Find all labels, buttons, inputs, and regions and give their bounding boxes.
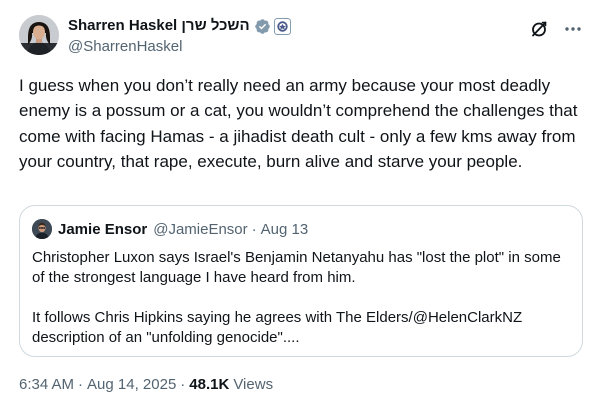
quoted-author-handle: @JamieEnsor (153, 220, 248, 238)
author-avatar[interactable] (19, 15, 59, 55)
top-actions (529, 19, 583, 39)
quoted-tweet[interactable]: Jamie Ensor @JamieEnsor · Aug 13 Christo… (19, 205, 583, 357)
views-count[interactable]: 48.1K (189, 375, 229, 395)
verified-badge-icon[interactable] (254, 18, 271, 35)
grok-icon[interactable] (529, 19, 549, 39)
quoted-author-name: Jamie Ensor (58, 220, 148, 238)
views-label: Views (233, 376, 274, 393)
author-info: Sharren Haskel השכל שרן @SharrenHaskel (68, 17, 291, 56)
quoted-paragraph-1: Christopher Luxon says Israel's Benjamin… (32, 249, 561, 286)
tweet-text: I guess when you don’t really need an ar… (19, 76, 578, 172)
quoted-paragraph-2: It follows Chris Hipkins saying he agree… (32, 309, 523, 346)
author-display-name[interactable]: Sharren Haskel השכל שרן (68, 17, 250, 35)
quoted-date: Aug 13 (260, 220, 309, 238)
affiliate-badge-icon[interactable] (273, 17, 291, 35)
tweet-date[interactable]: Aug 14, 2025 (87, 375, 176, 395)
meta-separator: · (78, 376, 84, 393)
more-icon[interactable] (563, 19, 583, 39)
quoted-author-avatar (32, 219, 52, 239)
avatar-image (19, 15, 59, 55)
quoted-date-separator: · (251, 220, 257, 238)
author-handle[interactable]: @SharrenHaskel (68, 38, 291, 56)
quoted-tweet-header: Jamie Ensor @JamieEnsor · Aug 13 (32, 219, 308, 239)
quoted-tweet-text: Christopher Luxon says Israel's Benjamin… (32, 248, 572, 348)
tweet-meta: 6:34 AM · Aug 14, 2025 · 48.1K Views (19, 375, 273, 395)
tweet-time[interactable]: 6:34 AM (19, 375, 74, 395)
meta-separator-2: · (180, 376, 186, 393)
